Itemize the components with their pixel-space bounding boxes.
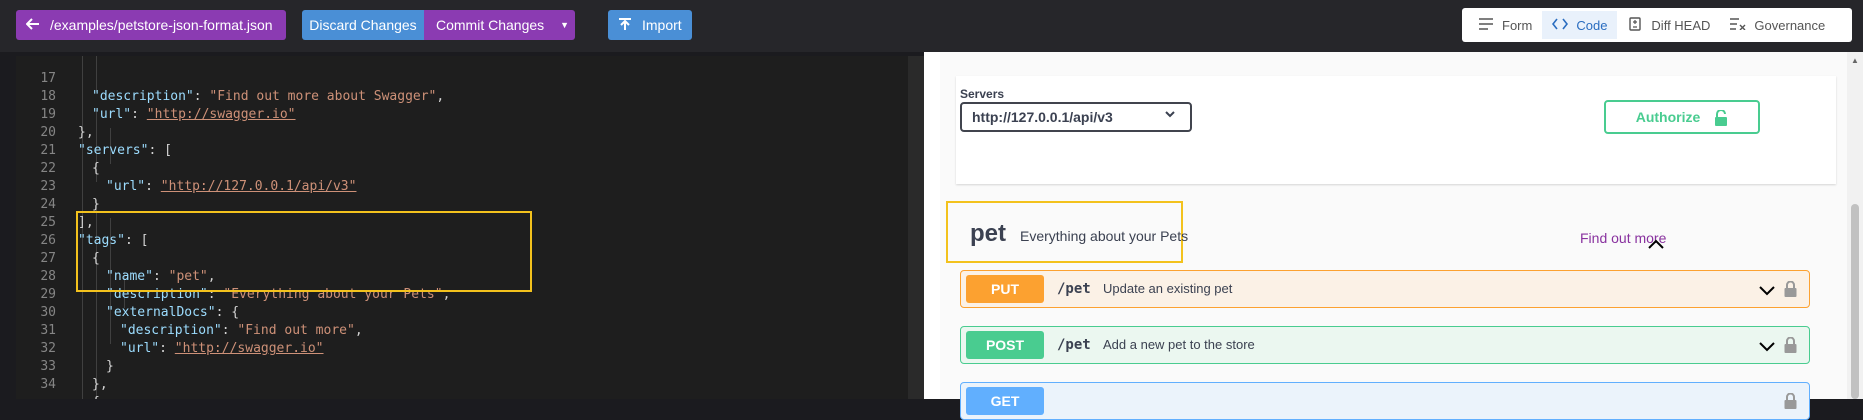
- import-button[interactable]: Import: [608, 10, 692, 40]
- method-badge: POST: [966, 331, 1044, 359]
- code-line: 21 {: [16, 124, 924, 176]
- json-punct: },: [92, 377, 108, 392]
- code-line: 20 "servers": [: [16, 106, 924, 158]
- arrow-left-icon: [25, 17, 40, 34]
- code-line: 33 },: [16, 340, 924, 392]
- code-brackets-icon: [1552, 17, 1569, 33]
- operation-path: /pet: [1057, 281, 1091, 297]
- servers-label: Servers: [960, 87, 1005, 101]
- tab-form-label: Form: [1502, 17, 1533, 33]
- discard-changes-button[interactable]: Discard Changes: [302, 10, 424, 40]
- chevron-down-icon[interactable]: [1759, 283, 1775, 297]
- file-path-label: /examples/petstore-json-format.json: [50, 17, 273, 33]
- tab-governance-label: Governance: [1754, 17, 1826, 33]
- code-line: 17 "description": "Find out more about S…: [16, 56, 924, 104]
- commit-changes-label: Commit Changes: [436, 17, 545, 33]
- tab-diff-head-label: Diff HEAD: [1651, 17, 1711, 33]
- swagger-preview-panel: Servers http://127.0.0.1/api/v3 Authoriz…: [924, 52, 1863, 420]
- json-punct: {: [92, 394, 100, 399]
- code-line: 34 {: [16, 358, 924, 399]
- top-toolbar: /examples/petstore-json-format.json Disc…: [0, 0, 1863, 52]
- tab-governance[interactable]: Governance: [1720, 11, 1835, 39]
- view-tabs: Form Code Diff HEAD Governance: [1462, 8, 1852, 42]
- server-selected-value: http://127.0.0.1/api/v3: [972, 109, 1113, 125]
- code-line: 23 }: [16, 160, 924, 212]
- authorize-button[interactable]: Authorize: [1604, 100, 1760, 134]
- code-line: 18 "url": "http://swagger.io": [16, 70, 924, 122]
- line-number: 34: [40, 377, 56, 392]
- servers-select[interactable]: http://127.0.0.1/api/v3: [960, 102, 1192, 132]
- lock-icon[interactable]: [1784, 336, 1797, 353]
- lock-icon[interactable]: [1784, 392, 1797, 409]
- caret-down-icon[interactable]: ▼: [560, 20, 569, 30]
- scroll-up-arrow-icon[interactable]: ▲: [1851, 56, 1859, 65]
- code-line: 31 "url": "http://swagger.io": [16, 304, 924, 356]
- code-line: 22 "url": "http://127.0.0.1/api/v3": [16, 142, 924, 194]
- tab-form[interactable]: Form: [1468, 11, 1542, 39]
- chevron-down-icon[interactable]: [1759, 339, 1775, 353]
- back-to-file-button[interactable]: /examples/petstore-json-format.json: [16, 10, 286, 40]
- panel-scrollbar[interactable]: ▲: [1847, 52, 1863, 399]
- unlock-icon: [1714, 109, 1728, 126]
- governance-check-icon: [1730, 17, 1746, 33]
- upload-icon: [618, 17, 632, 34]
- diff-document-icon: [1627, 16, 1643, 34]
- lock-icon[interactable]: [1784, 280, 1797, 297]
- operation-path: /pet: [1057, 337, 1091, 353]
- highlight-box: [76, 211, 532, 292]
- tab-code-label: Code: [1576, 17, 1608, 33]
- code-editor[interactable]: 17 "description": "Find out more about S…: [16, 56, 924, 399]
- tag-name: pet: [970, 220, 1006, 247]
- operation-put-pet[interactable]: PUT /pet Update an existing pet: [960, 270, 1810, 308]
- method-badge: PUT: [966, 275, 1044, 303]
- operation-summary: Add a new pet to the store: [1103, 337, 1255, 352]
- commit-changes-button[interactable]: Commit Changes ▼: [424, 10, 575, 40]
- operation-get[interactable]: GET: [960, 382, 1810, 420]
- form-lines-icon: [1478, 17, 1494, 33]
- tag-description: Everything about your Pets: [1020, 228, 1189, 244]
- code-line: 32 }: [16, 322, 924, 374]
- code-line: 24 ],: [16, 178, 924, 230]
- tab-code[interactable]: Code: [1542, 11, 1618, 39]
- operation-summary: Update an existing pet: [1103, 281, 1233, 296]
- authorize-label: Authorize: [1635, 109, 1701, 125]
- method-badge: GET: [966, 387, 1044, 415]
- chevron-up-icon[interactable]: [1648, 236, 1664, 250]
- editor-scrollbar[interactable]: [908, 56, 924, 399]
- code-line: 19 },: [16, 88, 924, 140]
- discard-changes-label: Discard Changes: [309, 17, 417, 33]
- scrollbar-thumb[interactable]: [1851, 204, 1859, 399]
- swagger-content: Servers http://127.0.0.1/api/v3 Authoriz…: [940, 52, 1863, 420]
- chevron-down-icon: [1164, 108, 1176, 123]
- import-label: Import: [642, 17, 682, 33]
- operation-post-pet[interactable]: POST /pet Add a new pet to the store: [960, 326, 1810, 364]
- tab-diff-head[interactable]: Diff HEAD: [1617, 11, 1720, 39]
